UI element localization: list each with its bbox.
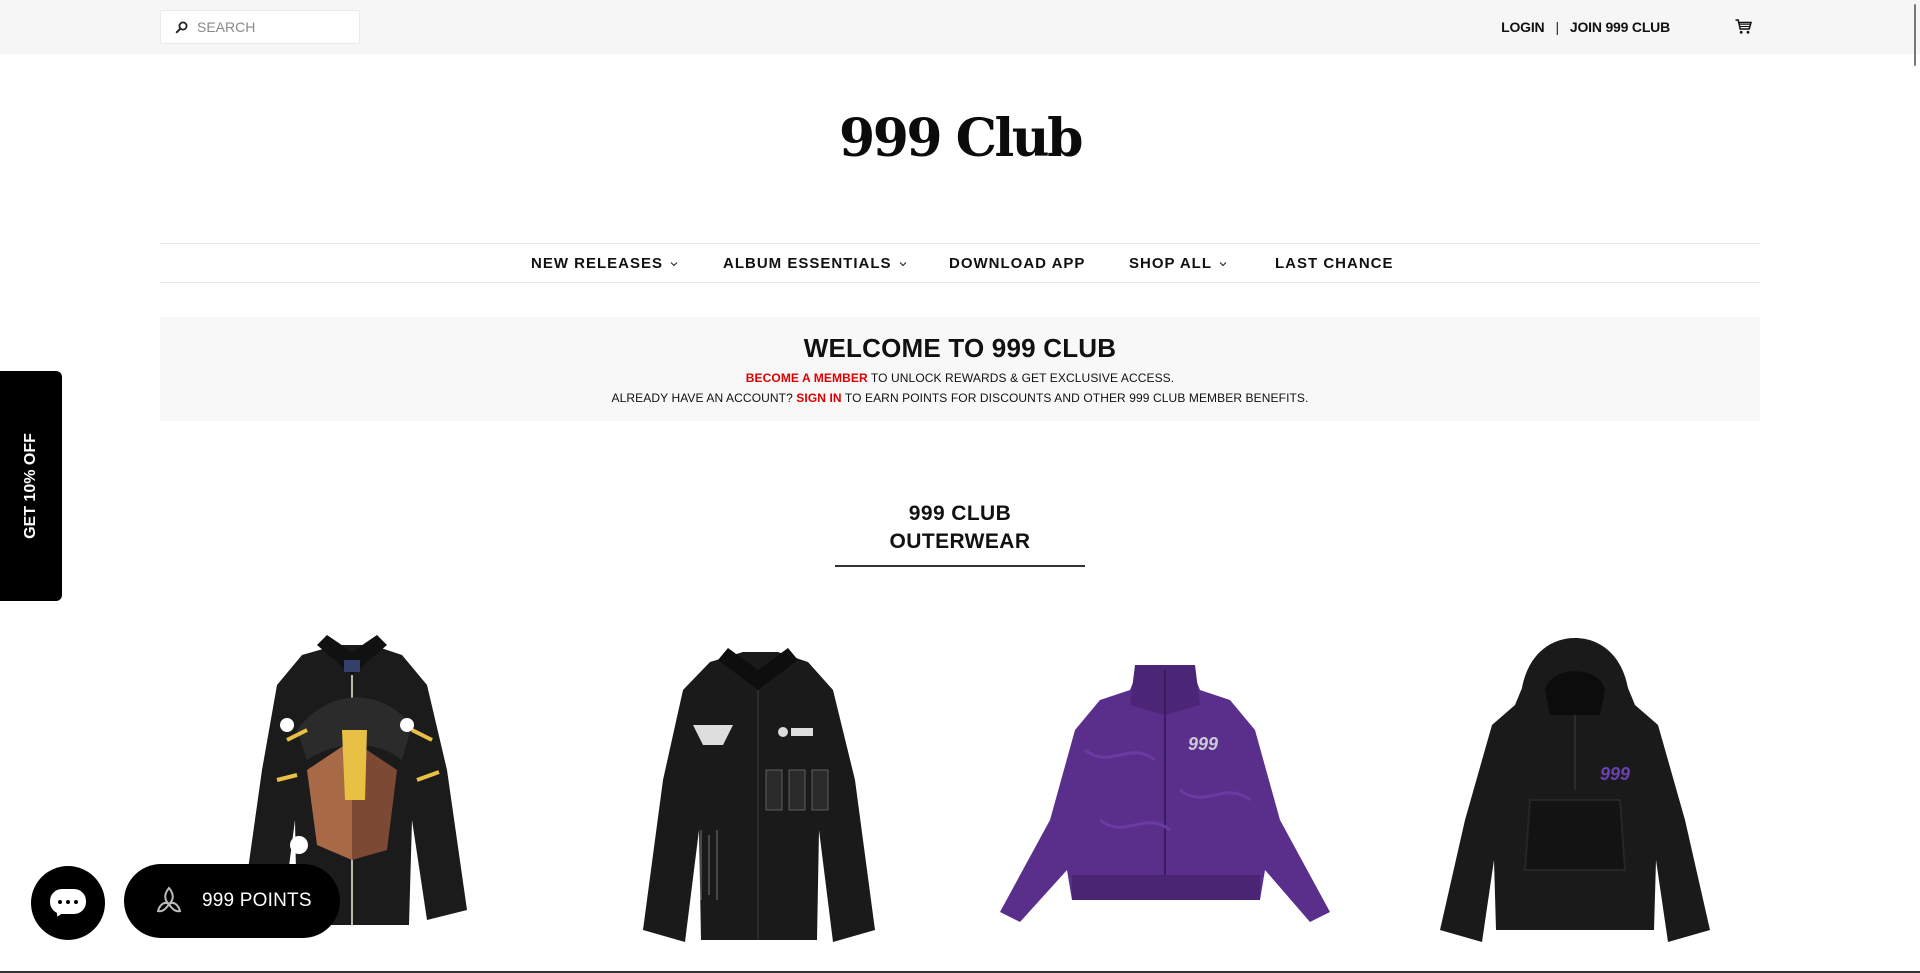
nav-album-essentials[interactable]: ALBUM ESSENTIALS <box>723 255 907 272</box>
product-card[interactable]: 999 <box>1400 630 1750 960</box>
product-image: 999 <box>1000 665 1330 922</box>
discount-tab[interactable]: GET 10% OFF <box>0 371 62 601</box>
rewards-logo-icon <box>156 886 182 913</box>
nav-label: NEW RELEASES <box>531 255 664 272</box>
svg-text:999: 999 <box>1188 734 1218 754</box>
site-logo[interactable]: 999 Club <box>0 108 1920 169</box>
welcome-line-1-text: TO UNLOCK REWARDS & GET EXCLUSIVE ACCESS… <box>867 371 1175 385</box>
welcome-title: WELCOME TO 999 CLUB <box>803 333 1117 363</box>
section-title: 999 CLUB OUTERWEAR <box>835 500 1085 556</box>
sign-in-link[interactable]: SIGN IN <box>796 391 841 405</box>
nav-label: LAST CHANCE <box>1275 255 1394 272</box>
chevron-down-icon <box>670 261 678 266</box>
nav-last-chance[interactable]: LAST CHANCE <box>1275 255 1394 272</box>
search-icon <box>175 21 188 34</box>
welcome-line-2-text: TO EARN POINTS FOR DISCOUNTS AND OTHER 9… <box>841 391 1309 405</box>
welcome-line-1: BECOME A MEMBER TO UNLOCK REWARDS & GET … <box>160 371 1760 385</box>
product-card[interactable]: 999 <box>990 630 1340 960</box>
main-nav: NEW RELEASES ALBUM ESSENTIALS DOWNLOAD A… <box>160 243 1760 283</box>
search-box[interactable] <box>160 10 360 44</box>
nav-shop-all[interactable]: SHOP ALL <box>1129 255 1227 272</box>
discount-tab-label: GET 10% OFF <box>22 433 39 539</box>
welcome-line-2: ALREADY HAVE AN ACCOUNT? SIGN IN TO EARN… <box>160 391 1760 405</box>
nav-new-releases[interactable]: NEW RELEASES <box>531 255 678 272</box>
join-club-link[interactable]: JOIN 999 CLUB <box>1570 19 1670 35</box>
product-card[interactable] <box>583 630 933 960</box>
nav-download-app[interactable]: DOWNLOAD APP <box>949 255 1085 272</box>
nav-label: SHOP ALL <box>1129 255 1213 272</box>
section-title-line-1: 999 CLUB <box>908 502 1012 525</box>
become-member-link[interactable]: BECOME A MEMBER <box>746 371 868 385</box>
search-input[interactable] <box>197 19 347 35</box>
nav-label: DOWNLOAD APP <box>949 255 1086 272</box>
svg-text:999: 999 <box>1600 764 1630 784</box>
cart-icon[interactable] <box>1735 18 1752 35</box>
section-title-line-2: OUTERWEAR <box>889 530 1031 553</box>
chevron-down-icon <box>1219 261 1227 266</box>
chevron-down-icon <box>899 261 906 266</box>
chat-dot <box>74 900 78 904</box>
welcome-line-2-prefix: ALREADY HAVE AN ACCOUNT? <box>611 391 797 405</box>
rewards-points-label: 999 POINTS <box>202 890 312 911</box>
section-divider <box>835 565 1085 567</box>
top-bar: LOGIN | JOIN 999 CLUB <box>0 0 1920 54</box>
product-image: 999 <box>1440 638 1710 942</box>
scrollbar-thumb[interactable] <box>1914 4 1916 66</box>
link-separator: | <box>1555 19 1559 35</box>
chat-dot <box>66 900 70 904</box>
login-link[interactable]: LOGIN <box>1501 19 1545 35</box>
chat-dot <box>58 900 62 904</box>
nav-label: ALBUM ESSENTIALS <box>723 255 892 272</box>
account-links: LOGIN | JOIN 999 CLUB <box>1501 19 1670 35</box>
chat-button[interactable] <box>31 866 105 940</box>
welcome-banner: WELCOME TO 999 CLUB BECOME A MEMBER TO U… <box>160 317 1760 421</box>
rewards-points-button[interactable]: 999 POINTS <box>124 864 340 938</box>
product-image <box>643 648 875 942</box>
